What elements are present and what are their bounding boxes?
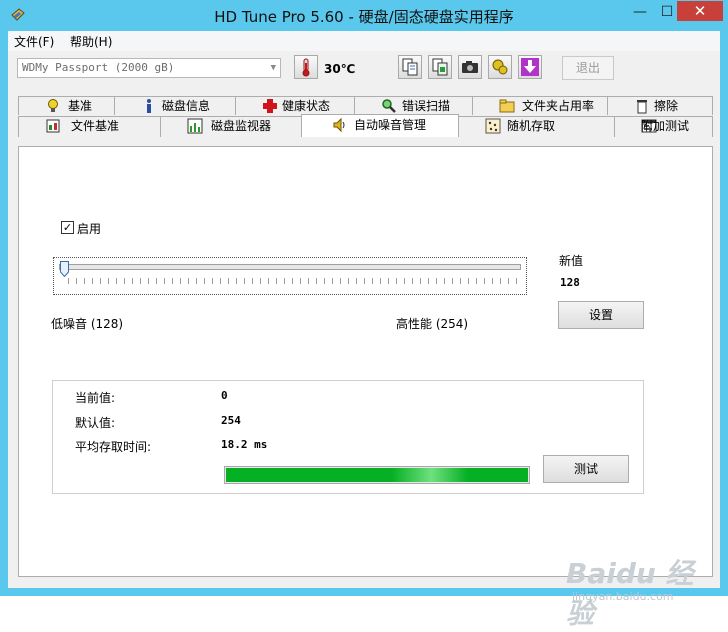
- test-progress-bar: [224, 466, 530, 484]
- menu-file[interactable]: 文件(F): [14, 33, 54, 50]
- tab-label: 附加测试: [641, 119, 690, 133]
- tab-label: 磁盘信息: [162, 99, 211, 113]
- minimize-button[interactable]: —: [626, 1, 654, 23]
- tab-health[interactable]: 健康状态: [235, 96, 355, 115]
- tab-label: 随机存取: [507, 119, 556, 133]
- enable-checkbox[interactable]: ✓: [61, 221, 74, 234]
- tab-file-benchmark[interactable]: 文件基准: [18, 116, 161, 137]
- tab-disk-info[interactable]: 磁盘信息: [114, 96, 236, 115]
- folder-icon: [499, 99, 515, 113]
- tab-label: 文件基准: [71, 119, 120, 133]
- menu-help[interactable]: 帮助(H): [70, 33, 112, 50]
- copy-button[interactable]: [398, 55, 422, 79]
- tab-folder-usage[interactable]: 文件夹占用率: [472, 96, 608, 115]
- new-value-label: 新值: [559, 254, 584, 268]
- options-button[interactable]: [488, 55, 512, 79]
- tab-erase[interactable]: 擦除: [607, 96, 713, 115]
- slider-ticks: [68, 278, 520, 284]
- tab-row-2: 文件基准 磁盘监视器 自动噪音管理 随机存取 附加测试: [18, 114, 713, 137]
- test-button[interactable]: 测试: [543, 455, 629, 483]
- tab-disk-monitor[interactable]: 磁盘监视器: [160, 116, 302, 137]
- tab-aam[interactable]: 自动噪音管理: [301, 114, 459, 137]
- close-button[interactable]: ✕: [677, 1, 723, 21]
- trash-icon: [637, 100, 647, 114]
- baidu-watermark: Baidu 经验 jingyan.baidu.com: [566, 552, 706, 630]
- download-arrow-icon: [521, 58, 539, 76]
- menu-bar: 文件(F) 帮助(H): [8, 31, 720, 51]
- enable-label: 启用: [77, 222, 102, 236]
- speaker-icon: [333, 117, 345, 133]
- access-time-label: 平均存取时间:: [75, 440, 152, 454]
- tab-extra-tests[interactable]: 附加测试: [614, 116, 713, 137]
- tab-error-scan[interactable]: 错误扫描: [354, 96, 473, 115]
- thermometer-icon: [302, 58, 310, 77]
- window-title: HD Tune Pro 5.60 - 硬盘/固态硬盘实用程序: [214, 8, 514, 26]
- current-value: 0: [221, 389, 228, 402]
- chevron-down-icon: ▼: [270, 63, 276, 73]
- tab-benchmark[interactable]: 基准: [18, 96, 115, 115]
- aam-panel: ✓ 启用 新值 128 低噪音 (128) 高性能 (254) 设置 当前值: …: [18, 146, 713, 577]
- tab-label: 健康状态: [282, 99, 331, 113]
- camera-icon: [462, 61, 478, 73]
- drive-select[interactable]: WDMy Passport (2000 gB) ▼: [17, 58, 281, 78]
- info-box: 当前值: 0 默认值: 254 平均存取时间: 18.2 ms 测试: [52, 380, 644, 494]
- tab-label: 磁盘监视器: [211, 119, 272, 133]
- title-bar[interactable]: HD Tune Pro 5.60 - 硬盘/固态硬盘实用程序 — ☐ ✕: [0, 0, 728, 31]
- save-button[interactable]: [518, 55, 542, 79]
- tab-label: 基准: [68, 99, 93, 113]
- screenshot-button[interactable]: [458, 55, 482, 79]
- progress-fill: [226, 468, 528, 482]
- default-value: 254: [221, 414, 241, 427]
- temperature-value: 30℃: [324, 62, 356, 76]
- tab-random-access[interactable]: 随机存取: [458, 116, 615, 137]
- copy-compare-icon: [432, 58, 448, 76]
- tab-label: 擦除: [654, 99, 679, 113]
- file-benchmark-icon: [46, 119, 60, 133]
- default-value-label: 默认值:: [75, 416, 116, 430]
- info-icon: [147, 99, 151, 113]
- copy-compare-button[interactable]: [428, 55, 452, 79]
- lightbulb-icon: [48, 99, 58, 112]
- tab-label: 文件夹占用率: [522, 99, 595, 113]
- watermark-url: jingyan.baidu.com: [572, 590, 674, 603]
- current-value-label: 当前值:: [75, 391, 116, 405]
- tab-label: 错误扫描: [402, 99, 451, 113]
- exit-button[interactable]: 退出: [562, 56, 614, 80]
- slider-track: [59, 264, 521, 270]
- access-time-value: 18.2 ms: [221, 438, 268, 451]
- set-button[interactable]: 设置: [558, 301, 644, 329]
- tab-label: 自动噪音管理: [354, 118, 427, 132]
- gear-coins-icon: [492, 59, 508, 75]
- aam-slider[interactable]: [53, 257, 527, 295]
- high-performance-label: 高性能 (254): [396, 317, 469, 331]
- new-value: 128: [560, 276, 580, 289]
- tab-row-1: 基准 磁盘信息 健康状态 错误扫描 文件夹占用率 擦除: [18, 96, 713, 115]
- drive-select-value: WDMy Passport (2000 gB): [22, 61, 175, 74]
- random-dots-icon: [485, 118, 501, 134]
- magnifier-icon: [382, 99, 396, 113]
- slider-thumb[interactable]: [60, 261, 69, 277]
- thermometer-button[interactable]: [294, 55, 318, 79]
- red-cross-icon: [263, 99, 277, 113]
- low-noise-label: 低噪音 (128): [51, 317, 124, 331]
- toolbar: WDMy Passport (2000 gB) ▼ 30℃ 退出: [8, 51, 720, 87]
- chart-icon: [187, 118, 203, 134]
- client-area: 文件(F) 帮助(H) WDMy Passport (2000 gB) ▼ 30…: [8, 31, 720, 630]
- app-window: HD Tune Pro 5.60 - 硬盘/固态硬盘实用程序 — ☐ ✕ 文件(…: [0, 0, 728, 630]
- copy-icon: [402, 58, 418, 76]
